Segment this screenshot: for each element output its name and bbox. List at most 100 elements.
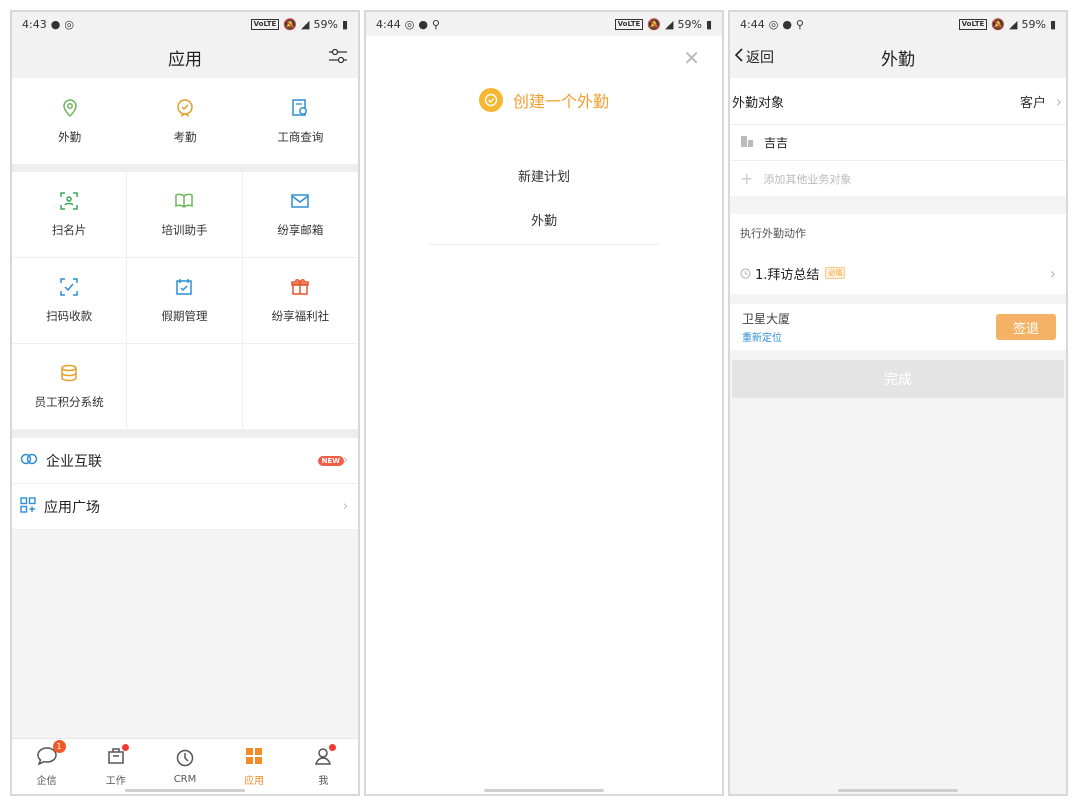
apps-screen: 4:43 ● ◎ VoLTE 🔕 ◢ 59% ▮ 应用 外勤 考勤 工商查询 扫… <box>10 10 360 796</box>
wechat-icon: ● <box>418 17 428 31</box>
wechat-icon: ● <box>782 17 792 31</box>
app-label: 扫码收款 <box>46 309 93 323</box>
location-icon: ⚲ <box>431 17 440 31</box>
app-label: 纷享邮箱 <box>277 223 324 237</box>
action-section-header: 执行外勤动作 <box>730 214 1066 252</box>
plus-icon: + <box>740 169 754 188</box>
bottom-tab-bar: 1 企信 工作 CRM 应用 我 <box>12 738 358 794</box>
tab-crm[interactable]: CRM <box>160 748 210 785</box>
app-label: 培训助手 <box>161 223 208 237</box>
coins-icon <box>59 363 79 386</box>
document-search-icon <box>290 98 310 121</box>
tab-apps[interactable]: 应用 <box>229 746 279 787</box>
target-label: 外勤对象 <box>732 95 785 111</box>
section-label: 执行外勤动作 <box>740 227 806 240</box>
scan-pay-icon <box>59 277 79 300</box>
back-label: 返回 <box>746 50 774 66</box>
app-label: 外勤 <box>58 129 82 144</box>
row-label: 企业互联 <box>46 453 102 470</box>
app-business-query[interactable]: 工商查询 <box>243 78 358 164</box>
weibo-icon: ◎ <box>64 17 74 31</box>
gift-icon <box>290 277 310 300</box>
header: 返回 外勤 <box>730 36 1066 78</box>
chevron-right-icon: › <box>342 453 348 468</box>
wechat-icon: ● <box>50 17 61 31</box>
add-object-placeholder: 添加其他业务对象 <box>763 172 852 186</box>
relocate-link[interactable]: 重新定位 <box>742 329 782 344</box>
app-label: 扫名片 <box>51 223 87 237</box>
app-plaza-row[interactable]: 应用广场 › <box>12 484 358 530</box>
option-list: 新建计划 外勤 <box>429 156 659 245</box>
mute-icon: 🔕 <box>991 17 1006 31</box>
checkout-button[interactable]: 签退 <box>996 314 1056 340</box>
location-name: 卫星大厦 <box>742 312 791 326</box>
required-tag: 必填 <box>825 267 846 279</box>
chevron-right-icon: › <box>1055 91 1062 111</box>
close-icon[interactable]: ✕ <box>683 46 700 70</box>
status-time: 4:43 <box>22 17 47 31</box>
weibo-icon: ◎ <box>768 17 779 31</box>
signal-icon: ◢ <box>665 17 674 31</box>
battery-level: 59% <box>1021 17 1046 31</box>
app-field-work[interactable]: 外勤 <box>12 78 127 164</box>
status-bar: 4:44 ◎ ● ⚲ VoLTE 🔕 ◢ 59% ▮ <box>366 12 722 36</box>
app-attendance[interactable]: 考勤 <box>127 78 242 164</box>
main-apps-grid: 扫名片 培训助手 纷享邮箱 扫码收款 假期管理 纷享福利社 员工积分系统 <box>12 172 358 430</box>
mute-icon: 🔕 <box>647 17 662 31</box>
field-work-screen: 4:44 ◎ ● ⚲ VoLTE 🔕 ◢ 59% ▮ 返回 外勤 外勤对象 客户… <box>728 10 1068 796</box>
status-time: 4:44 <box>376 17 401 31</box>
app-welfare[interactable]: 纷享福利社 <box>242 258 358 344</box>
done-button[interactable]: 完成 <box>732 360 1064 398</box>
clock-icon <box>175 748 195 771</box>
check-circle-icon <box>478 88 503 112</box>
app-label: 员工积分系统 <box>34 395 104 409</box>
customer-row[interactable]: 吉吉 <box>730 124 1066 160</box>
app-label: 工商查询 <box>277 129 324 144</box>
tab-me[interactable]: 我 <box>298 744 348 787</box>
action-visit-summary[interactable]: 1.拜访总结 必填 › <box>730 252 1066 294</box>
add-object-row[interactable]: + 添加其他业务对象 <box>730 160 1066 196</box>
scan-card-icon <box>59 191 79 214</box>
option-field-work[interactable]: 外勤 <box>429 200 659 244</box>
target-row[interactable]: 外勤对象 客户 › <box>730 78 1066 124</box>
check-badge-icon <box>175 98 195 121</box>
status-bar: 4:44 ◎ ● ⚲ VoLTE 🔕 ◢ 59% ▮ <box>730 12 1066 36</box>
app-scan-card[interactable]: 扫名片 <box>12 172 128 258</box>
divider <box>730 294 1066 304</box>
home-indicator <box>484 789 604 792</box>
app-mail[interactable]: 纷享邮箱 <box>242 172 358 258</box>
divider <box>730 196 1066 214</box>
divider <box>12 164 358 172</box>
calendar-check-icon <box>174 277 194 300</box>
location-pin-icon <box>60 98 80 121</box>
enterprise-link-row[interactable]: 企业互联 NEW › <box>12 438 358 484</box>
battery-icon: ▮ <box>1049 17 1056 31</box>
settings-sliders-icon[interactable] <box>328 47 348 70</box>
status-time: 4:44 <box>740 17 765 31</box>
mail-icon <box>290 191 310 214</box>
mute-icon: 🔕 <box>283 17 298 31</box>
unread-count-badge: 1 <box>52 740 66 753</box>
tab-label: 工作 <box>105 776 126 787</box>
app-points[interactable]: 员工积分系统 <box>12 344 128 430</box>
create-field-work-screen: 4:44 ◎ ● ⚲ VoLTE 🔕 ◢ 59% ▮ ✕ 创建一个外勤 新建计划… <box>364 10 724 796</box>
status-bar: 4:43 ● ◎ VoLTE 🔕 ◢ 59% ▮ <box>12 12 358 36</box>
page-title: 外勤 <box>881 49 915 70</box>
app-training[interactable]: 培训助手 <box>127 172 243 258</box>
tab-work[interactable]: 工作 <box>91 744 141 787</box>
home-indicator <box>125 789 245 792</box>
app-leave[interactable]: 假期管理 <box>127 258 243 344</box>
battery-icon: ▮ <box>705 17 712 31</box>
signal-icon: ◢ <box>301 17 310 31</box>
chevron-left-icon <box>734 47 744 67</box>
app-label: 假期管理 <box>161 309 208 323</box>
action-label: 1.拜访总结 <box>755 267 820 283</box>
back-button[interactable]: 返回 <box>734 47 774 67</box>
tab-messages[interactable]: 1 企信 <box>22 740 72 787</box>
notification-dot <box>121 744 129 751</box>
option-new-plan[interactable]: 新建计划 <box>429 156 659 200</box>
home-indicator <box>838 789 958 792</box>
battery-level: 59% <box>313 17 338 31</box>
location-row: 卫星大厦 重新定位 签退 <box>730 304 1066 350</box>
app-scan-pay[interactable]: 扫码收款 <box>12 258 128 344</box>
